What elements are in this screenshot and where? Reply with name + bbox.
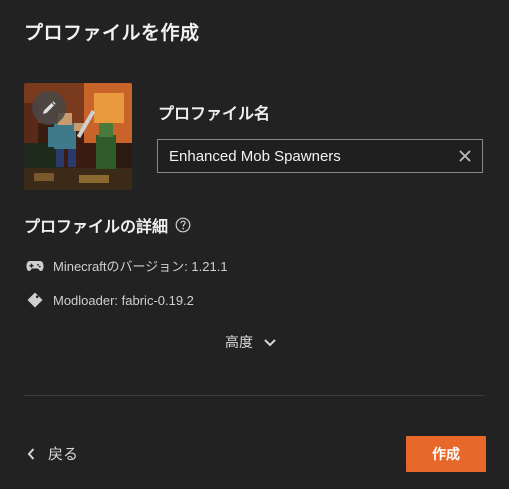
- dialog-title: プロファイルを作成: [24, 22, 200, 44]
- edit-image-button[interactable]: [32, 91, 66, 125]
- minecraft-version-row: Minecraftのバージョン: 1.21.1: [26, 256, 228, 275]
- profile-image[interactable]: [24, 83, 132, 190]
- back-button[interactable]: 戻る: [26, 443, 78, 464]
- minecraft-version-text: Minecraftのバージョン: 1.21.1: [53, 259, 228, 274]
- advanced-toggle[interactable]: 高度: [225, 332, 277, 352]
- tag-icon: [27, 292, 43, 308]
- gamepad-icon: [26, 260, 44, 271]
- edit-icon: [43, 101, 56, 114]
- modloader-text: Modloader: fabric-0.19.2: [53, 292, 194, 308]
- profile-details-heading: プロファイルの詳細: [24, 213, 191, 237]
- chevron-left-icon: [27, 447, 35, 460]
- profile-details-title: プロファイルの詳細: [24, 217, 169, 236]
- modloader-row: Modloader: fabric-0.19.2: [26, 291, 194, 309]
- help-icon[interactable]: [175, 217, 191, 233]
- chevron-down-icon: [264, 339, 276, 347]
- advanced-label: 高度: [225, 335, 253, 351]
- footer-divider: [24, 395, 485, 396]
- back-label: 戻る: [48, 445, 79, 463]
- create-button[interactable]: 作成: [406, 436, 486, 472]
- clear-icon[interactable]: [458, 149, 472, 163]
- profile-name-field[interactable]: [157, 139, 483, 173]
- profile-name-input[interactable]: [158, 140, 448, 172]
- profile-name-label: プロファイル名: [158, 104, 271, 123]
